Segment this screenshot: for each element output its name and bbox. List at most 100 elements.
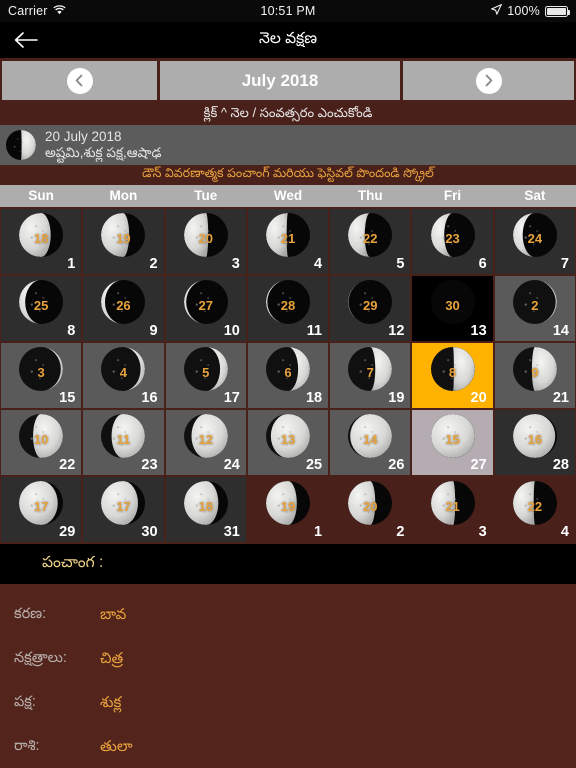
tithi-number: 11 [116,432,131,447]
tithi-number: 20 [363,499,378,514]
tithi-number: 30 [445,298,460,313]
calendar-day-cell[interactable]: 28 11 [247,276,329,341]
calendar-day-cell[interactable]: 16 28 [494,410,575,475]
calendar-day-cell[interactable]: 26 9 [83,276,164,341]
panchangam-label: రాశి: [14,738,40,754]
tithi-number: 22 [527,499,543,514]
calendar-day-cell[interactable]: 17 29 [1,477,82,542]
scroll-hint: డౌన్ వివరణాత్మక పంచాంగ్ మరియు ఫెస్టివల్ … [0,165,576,185]
tithi-number: 28 [280,298,296,313]
prev-month-button[interactable] [2,61,157,100]
calendar-week-row: 10 22 11 23 12 24 13 25 14 26 15 27 16 2… [1,410,575,475]
tithi-number: 21 [445,499,460,514]
nav-bar: నెల వక్షణ [0,22,576,58]
back-arrow-icon [14,32,38,48]
tithi-number: 24 [527,231,543,246]
status-bar-time: 10:51 PM [260,4,316,18]
day-number: 1 [67,256,76,272]
calendar-day-cell[interactable]: 12 24 [165,410,246,475]
calendar-day-cell[interactable]: 6 18 [247,343,329,408]
selected-day-text: 20 July 2018 అష్టమి,శుక్ల పక్ష,ఆషాఢ [45,129,161,160]
calendar-day-cell[interactable]: 19 2 [83,209,164,274]
day-number: 13 [470,323,487,339]
calendar-day-cell[interactable]: 214 [494,276,575,341]
calendar-day-cell[interactable]: 214 [247,209,329,274]
month-label-button[interactable]: July 2018 [160,61,400,100]
calendar-day-cell[interactable]: 24 7 [494,209,575,274]
day-number: 23 [141,457,158,473]
calendar-day-cell[interactable]: 4 16 [83,343,164,408]
next-month-button[interactable] [403,61,574,100]
day-number: 21 [552,390,569,406]
calendar-day-cell[interactable]: 30 13 [412,276,493,341]
calendar-day-cell[interactable]: 21 3 [412,477,493,542]
panchangam-value: చిత్ర [100,649,124,667]
panchangam-value: తులా [100,737,133,755]
tithi-number: 19 [280,499,296,514]
day-number: 18 [305,390,323,406]
calendar-day-cell[interactable]: 7 19 [330,343,411,408]
day-number: 4 [314,256,323,272]
tithi-number: 23 [445,231,460,246]
calendar-day-cell[interactable]: 25 8 [1,276,82,341]
calendar-day-cell[interactable]: 20 2 [330,477,411,542]
month-selector-bar: July 2018 [0,58,576,103]
tithi-number: 27 [198,298,213,313]
calendar-day-cell[interactable]: 3 15 [1,343,82,408]
day-number: 8 [67,323,76,339]
weekday-mon: Mon [109,188,138,203]
tithi-number: 14 [363,432,378,447]
day-number: 1 [314,524,323,540]
tithi-number: 10 [33,432,49,447]
carrier-label: Carrier [8,4,48,18]
tithi-number: 26 [116,298,131,313]
calendar-day-cell[interactable]: 17 30 [83,477,164,542]
calendar-day-cell[interactable]: 23 6 [412,209,493,274]
tithi-number: 18 [33,231,49,246]
back-button[interactable] [0,31,52,49]
panchangam-title: పంచాంగ : [0,544,576,584]
day-number: 25 [305,457,323,473]
calendar-day-cell[interactable]: 5 17 [165,343,246,408]
day-number: 10 [223,323,240,339]
day-number: 5 [396,256,405,272]
calendar-day-cell[interactable]: 18 1 [1,209,82,274]
selected-day-info-bar[interactable]: 20 July 2018 అష్టమి,శుక్ల పక్ష,ఆషాఢ [0,125,576,165]
calendar-day-cell[interactable]: 15 27 [412,410,493,475]
tithi-number: 8 [448,365,457,380]
calendar-day-cell[interactable]: 11 23 [83,410,164,475]
day-number: 26 [388,457,405,473]
weekday-header: Sun Mon Tue Wed Thu Fri Sat [0,185,576,207]
wifi-icon [52,4,66,18]
calendar-day-cell[interactable]: 10 22 [1,410,82,475]
status-bar-left: Carrier [8,4,66,18]
calendar-day-cell[interactable]: 27 10 [165,276,246,341]
calendar-day-cell[interactable]: 29 12 [330,276,411,341]
calendar-day-cell[interactable]: 9 21 [494,343,575,408]
panchangam-row: రాశి: తులా [0,726,576,768]
calendar-day-cell[interactable]: 20 3 [165,209,246,274]
calendar-day-cell[interactable]: 19 1 [247,477,329,542]
calendar-day-cell[interactable]: 13 25 [247,410,329,475]
calendar-day-cell[interactable]: 22 4 [494,477,575,542]
battery-percent-label: 100% [507,4,540,18]
location-arrow-icon [490,3,503,18]
tithi-number: 20 [198,231,213,246]
day-number: 2 [396,524,405,540]
day-number: 3 [231,256,240,272]
calendar-day-cell[interactable]: 22 5 [330,209,411,274]
tithi-number: 2 [531,298,539,313]
battery-icon [545,5,571,17]
tithi-number: 5 [202,365,210,380]
tithi-number: 12 [198,432,213,447]
tithi-number: 13 [280,432,296,447]
panchangam-row: కరణ: బావ [0,594,576,638]
weekday-sun: Sun [28,188,54,203]
day-number: 31 [223,524,240,540]
panchangam-row: పక్ష: శుక్ల [0,682,576,726]
calendar-day-cell[interactable]: 8 20 [412,343,493,408]
calendar-day-cell[interactable]: 14 26 [330,410,411,475]
calendar-week-row: 17 29 17 30 18 31 19 1 20 2 21 3 22 4 [1,477,575,542]
month-picker-hint: క్లిక్ ^ నెల / సంవత్సరం ఎంచుకోండి [0,103,576,125]
calendar-day-cell[interactable]: 18 31 [165,477,246,542]
